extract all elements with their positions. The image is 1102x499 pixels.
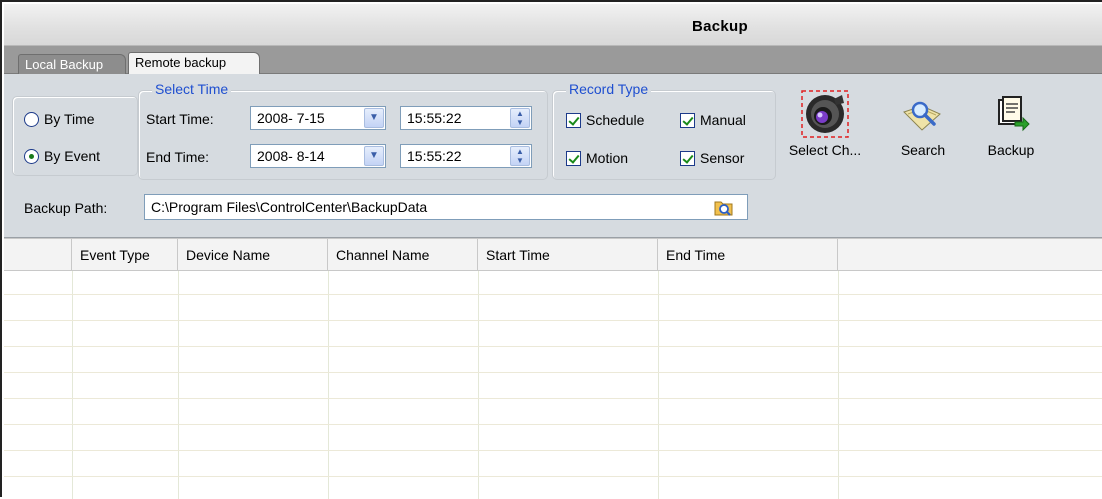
column-divider: [838, 271, 839, 499]
folder-browse-icon[interactable]: [710, 195, 738, 219]
radio-by-time-indicator[interactable]: [24, 111, 39, 127]
end-date-dropdown-icon[interactable]: ▼: [364, 146, 384, 166]
backup-path-field[interactable]: C:\Program Files\ControlCenter\BackupDat…: [144, 194, 748, 220]
end-time-spinner-icon[interactable]: ▲ ▼: [510, 146, 530, 166]
mode-group: [12, 96, 138, 176]
title-bar: Backup: [4, 4, 1102, 46]
backup-options-panel: By Time By Event Select Time Start Time:…: [4, 74, 1102, 238]
backup-button[interactable]: Backup: [974, 86, 1048, 158]
row-divider: [4, 424, 1102, 425]
checkbox-manual-label: Manual: [700, 112, 746, 128]
checkbox-sensor-label: Sensor: [700, 150, 745, 166]
checkbox-sensor-box[interactable]: [680, 150, 695, 166]
row-divider: [4, 372, 1102, 373]
checkbox-schedule-box[interactable]: [566, 112, 581, 128]
end-time-field[interactable]: 15:55:22 ▲ ▼: [400, 144, 532, 168]
start-time-spinner-icon[interactable]: ▲ ▼: [510, 108, 530, 128]
select-time-title: Select Time: [152, 81, 232, 97]
checkbox-manual[interactable]: Manual: [680, 112, 746, 128]
radio-by-event-label: By Event: [44, 148, 101, 164]
camera-icon: [788, 86, 862, 142]
table-body: [4, 271, 1102, 499]
radio-by-time-label: By Time: [44, 111, 95, 127]
results-table: Event Type Device Name Channel Name Star…: [4, 238, 1102, 499]
start-date-field[interactable]: 2008- 7-15 ▼: [250, 106, 386, 130]
checkbox-manual-box[interactable]: [680, 112, 695, 128]
radio-by-time[interactable]: By Time: [24, 111, 95, 127]
checkbox-schedule[interactable]: Schedule: [566, 112, 644, 128]
column-divider: [178, 271, 179, 499]
record-type-group: [552, 90, 776, 180]
checkbox-motion[interactable]: Motion: [566, 150, 628, 166]
column-header-event-type[interactable]: Event Type: [72, 239, 178, 271]
column-header-device-name[interactable]: Device Name: [178, 239, 328, 271]
column-header-select: [4, 239, 72, 271]
radio-by-event[interactable]: By Event: [24, 148, 100, 164]
start-time-label: Start Time:: [146, 111, 214, 127]
row-divider: [4, 450, 1102, 451]
search-button[interactable]: Search: [886, 86, 960, 158]
column-header-filler: [838, 239, 1102, 271]
backup-path-label: Backup Path:: [24, 200, 108, 216]
end-time-value: 15:55:22: [407, 148, 462, 164]
select-channel-label: Select Ch...: [788, 142, 862, 158]
row-divider: [4, 346, 1102, 347]
start-time-value: 15:55:22: [407, 110, 462, 126]
checkbox-sensor[interactable]: Sensor: [680, 150, 744, 166]
backup-window: Backup Local Backup Remote backup By Tim…: [0, 0, 1102, 499]
end-date-value: 2008- 8-14: [257, 148, 325, 164]
tab-local-backup[interactable]: Local Backup: [18, 54, 126, 74]
tab-strip: Local Backup Remote backup: [4, 46, 1102, 75]
backup-document-icon: [974, 86, 1048, 142]
end-time-label: End Time:: [146, 149, 210, 165]
backup-label: Backup: [987, 142, 1035, 158]
row-divider: [4, 398, 1102, 399]
select-channel-button[interactable]: Select Ch...: [788, 86, 862, 158]
column-header-end-time[interactable]: End Time: [658, 239, 838, 271]
column-header-start-time[interactable]: Start Time: [478, 239, 658, 271]
column-header-channel-name[interactable]: Channel Name: [328, 239, 478, 271]
table-header: Event Type Device Name Channel Name Star…: [4, 238, 1102, 271]
row-divider: [4, 320, 1102, 321]
checkbox-motion-label: Motion: [586, 150, 629, 166]
start-date-dropdown-icon[interactable]: ▼: [364, 108, 384, 128]
start-date-value: 2008- 7-15: [257, 110, 325, 126]
search-icon: [886, 86, 960, 142]
start-time-field[interactable]: 15:55:22 ▲ ▼: [400, 106, 532, 130]
tab-remote-backup[interactable]: Remote backup: [128, 52, 260, 75]
window-title: Backup: [692, 18, 748, 35]
row-divider: [4, 294, 1102, 295]
column-divider: [478, 271, 479, 499]
checkbox-schedule-label: Schedule: [586, 112, 645, 128]
end-date-field[interactable]: 2008- 8-14 ▼: [250, 144, 386, 168]
column-divider: [328, 271, 329, 499]
record-type-title: Record Type: [566, 81, 652, 97]
backup-path-value: C:\Program Files\ControlCenter\BackupDat…: [151, 199, 428, 215]
checkbox-motion-box[interactable]: [566, 150, 581, 166]
column-divider: [72, 271, 73, 499]
radio-by-event-indicator[interactable]: [24, 148, 39, 164]
search-label: Search: [900, 142, 946, 158]
row-divider: [4, 476, 1102, 477]
column-divider: [658, 271, 659, 499]
